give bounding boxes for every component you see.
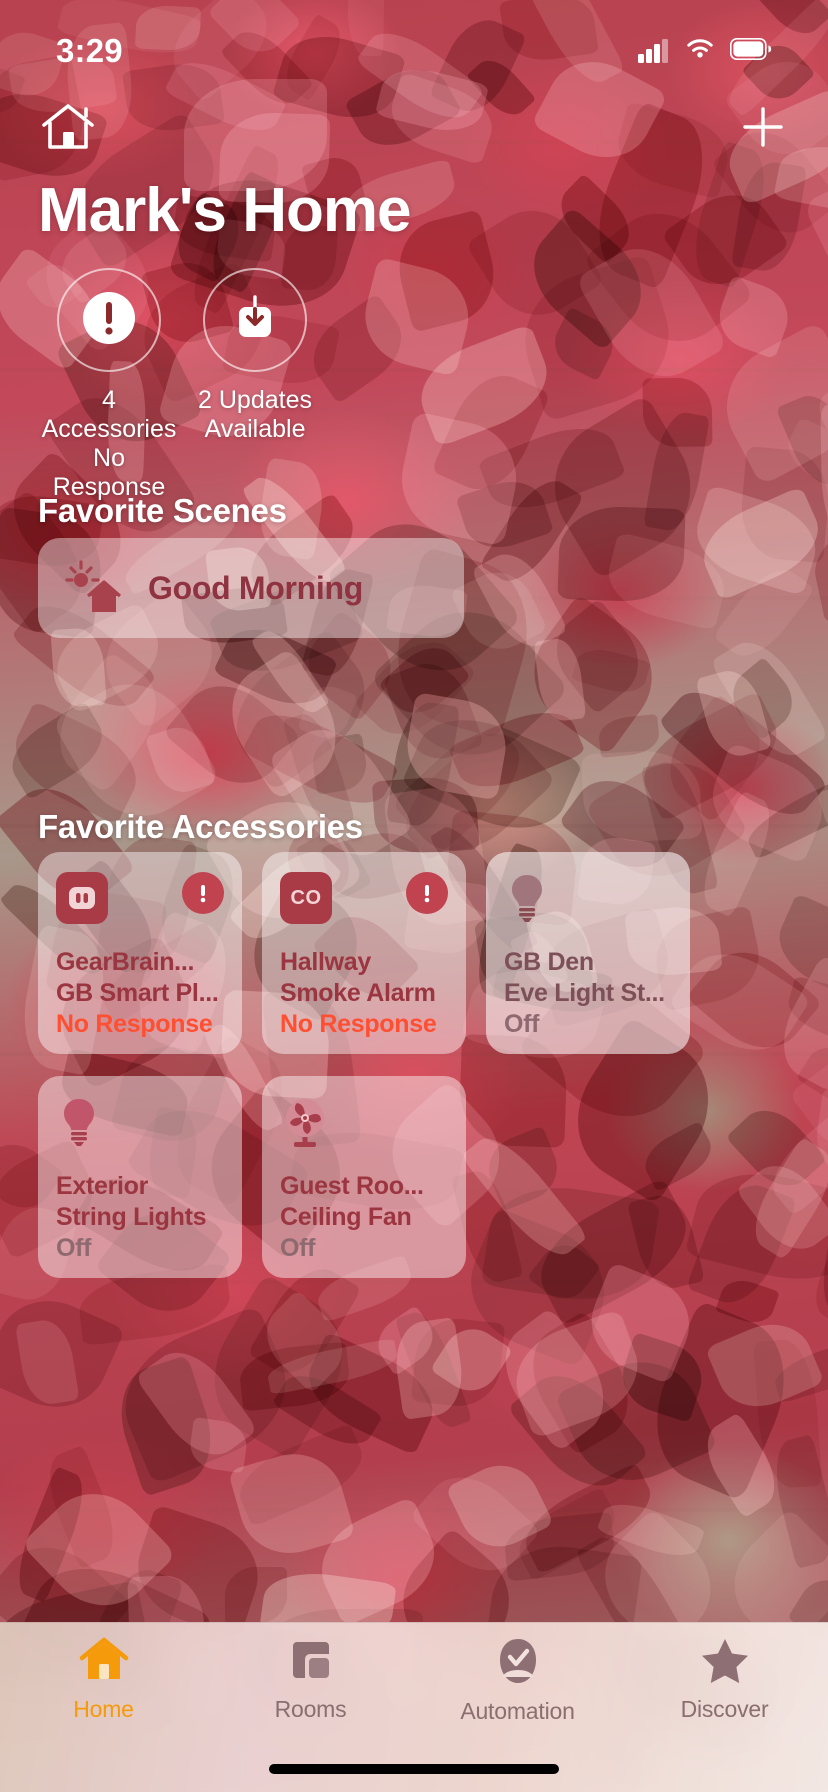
tab-rooms[interactable]: Rooms [207, 1637, 414, 1743]
scene-card-good-morning[interactable]: Good Morning [38, 538, 464, 638]
plus-icon[interactable] [738, 102, 788, 157]
star-icon [700, 1637, 750, 1688]
status-item-accessories-no-response[interactable]: 4 Accessories No Response [36, 268, 182, 502]
status-circle [203, 268, 307, 372]
status-circle [57, 268, 161, 372]
scene-name: Good Morning [148, 569, 364, 606]
tab-home[interactable]: Home [0, 1637, 207, 1743]
tab-automation[interactable]: Automation [414, 1637, 621, 1743]
wifi-icon [684, 37, 716, 66]
accessory-card[interactable]: Exterior String Lights Off [38, 1076, 242, 1278]
battery-icon [730, 37, 772, 65]
exclamation-circle-icon [82, 291, 136, 350]
home-indicator [269, 1764, 559, 1774]
accessory-card-text: GearBrain... GB Smart Pl... No Response [56, 947, 219, 1040]
tab-discover[interactable]: Discover [621, 1637, 828, 1743]
status-bar-clock: 3:29 [56, 32, 123, 69]
accessory-card[interactable]: Guest Roo... Ceiling Fan Off [262, 1076, 466, 1278]
accessory-card-text: Hallway Smoke Alarm No Response [280, 947, 437, 1040]
tab-label: Discover [680, 1696, 769, 1722]
home-filled-icon [79, 1637, 129, 1688]
accessory-card-text: Exterior String Lights Off [56, 1171, 207, 1264]
status-item-updates-available[interactable]: 2 Updates Available [182, 268, 328, 502]
navigation-bar [0, 94, 828, 164]
accessory-name-line1: GB Den [504, 948, 594, 976]
accessory-card-top [504, 872, 672, 934]
accessory-card-text: GB Den Eve Light St... Off [504, 947, 665, 1040]
sunrise-house-icon [64, 556, 126, 621]
home-status-row: 4 Accessories No Response 2 Updates Avai… [36, 268, 328, 502]
accessory-name-line2: GB Smart Pl... [56, 979, 219, 1007]
accessory-card-text: Guest Roo... Ceiling Fan Off [280, 1171, 424, 1264]
exclamation-badge-icon [182, 872, 224, 914]
co-sensor-icon: CO [280, 872, 332, 924]
home-outline-icon[interactable] [40, 101, 96, 158]
accessory-name-line1: GearBrain... [56, 948, 195, 976]
status-item-label: 4 Accessories No Response [36, 386, 182, 502]
status-label-line2: Available [204, 415, 306, 443]
lightbulb-icon [504, 872, 550, 931]
accessory-status: No Response [56, 1010, 213, 1038]
tab-label: Automation [460, 1698, 575, 1724]
page-title: Mark's Home [38, 176, 411, 245]
accessory-name-line1: Exterior [56, 1172, 149, 1200]
tab-bar: Home Rooms Automation Discover [0, 1622, 828, 1792]
download-square-icon [228, 291, 282, 350]
accessory-name-line2: Ceiling Fan [280, 1203, 412, 1231]
outlet-icon [56, 872, 108, 924]
status-bar: 3:29 [0, 0, 828, 88]
rooms-icon [288, 1637, 334, 1688]
fan-icon [280, 1096, 330, 1155]
accessory-name-line2: String Lights [56, 1203, 207, 1231]
accessory-status: Off [56, 1234, 92, 1262]
accessory-name-line1: Guest Roo... [280, 1172, 424, 1200]
accessory-status: No Response [280, 1010, 437, 1038]
accessory-card-top [56, 872, 224, 934]
accessory-card[interactable]: GearBrain... GB Smart Pl... No Response [38, 852, 242, 1054]
accessory-status: Off [280, 1234, 316, 1262]
exclamation-badge-icon [406, 872, 448, 914]
accessory-status: Off [504, 1010, 540, 1038]
accessory-name-line2: Eve Light St... [504, 979, 665, 1007]
status-label-line1: 4 Accessories [41, 386, 177, 443]
accessory-card-top [56, 1096, 224, 1158]
section-header-favorite-scenes: Favorite Scenes [38, 492, 287, 529]
accessory-card-top [280, 1096, 448, 1158]
status-bar-icons [638, 23, 772, 66]
tab-label: Rooms [274, 1696, 347, 1722]
accessory-card[interactable]: GB Den Eve Light St... Off [486, 852, 690, 1054]
accessory-name-line2: Smoke Alarm [280, 979, 436, 1007]
lightbulb-icon [56, 1096, 102, 1155]
section-header-favorite-accessories: Favorite Accessories [38, 808, 363, 845]
accessory-name-line1: Hallway [280, 948, 372, 976]
accessory-card[interactable]: CO Hallway Smoke Alarm No Response [262, 852, 466, 1054]
status-label-line1: 2 Updates [198, 386, 312, 414]
accessory-card-top: CO [280, 872, 448, 934]
tab-label: Home [73, 1696, 134, 1722]
cellular-signal-icon [638, 39, 670, 63]
automation-clock-icon [495, 1637, 541, 1690]
status-item-label: 2 Updates Available [198, 386, 312, 444]
